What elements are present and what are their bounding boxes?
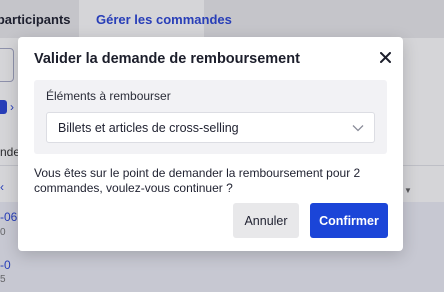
close-button[interactable] (377, 49, 393, 65)
items-label: Éléments à rembourser (46, 89, 171, 103)
items-select[interactable]: Billets et articles de cross-selling (46, 112, 375, 143)
cancel-button[interactable]: Annuler (233, 203, 299, 238)
confirmation-message: Vous êtes sur le point de demander la re… (34, 166, 361, 195)
modal-title: Valider la demande de remboursement (34, 51, 300, 67)
close-icon (379, 51, 391, 63)
items-select-value: Billets et articles de cross-selling (58, 120, 239, 135)
confirm-button[interactable]: Confirmer (310, 203, 388, 238)
refund-modal: Valider la demande de remboursement Élém… (18, 37, 403, 251)
chevron-down-icon (352, 125, 364, 132)
items-panel: Éléments à rembourser Billets et article… (34, 80, 387, 154)
